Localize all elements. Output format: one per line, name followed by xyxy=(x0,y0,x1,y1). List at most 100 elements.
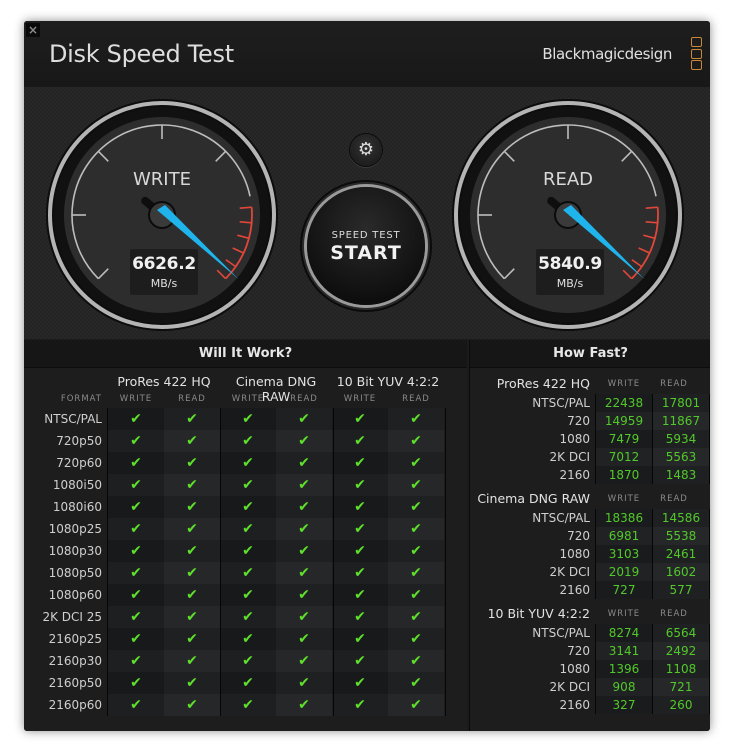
how-fast-row: NTSC/PAL 18386 14586 xyxy=(470,509,710,527)
format-label: 1080i50 xyxy=(52,478,102,492)
check-icon: ✔ xyxy=(164,496,220,518)
settings-button[interactable]: ⚙ xyxy=(350,134,382,166)
check-icon: ✔ xyxy=(276,430,332,452)
write-fps-value: 2019 xyxy=(596,563,652,581)
check-icon: ✔ xyxy=(276,628,332,650)
will-it-work-title: Will It Work? xyxy=(24,340,467,368)
format-label: 720p50 xyxy=(56,434,102,448)
how-fast-title: How Fast? xyxy=(470,340,710,368)
check-icon: ✔ xyxy=(108,540,164,562)
check-icon: ✔ xyxy=(108,518,164,540)
read-fps-value: 6564 xyxy=(653,624,709,642)
format-label: 1080p60 xyxy=(48,588,102,602)
format-row: 720p50 ✔ ✔ ✔ ✔ ✔ ✔ xyxy=(24,430,467,452)
write-fps-value: 8274 xyxy=(596,624,652,642)
subheader: WRITE xyxy=(343,394,377,404)
resolution-label: 720 xyxy=(567,644,590,658)
write-speed-value: 6626.2 xyxy=(132,254,196,274)
resolution-label: 2K DCI xyxy=(549,565,590,579)
read-speed-value: 5840.9 xyxy=(538,254,602,274)
column-divider xyxy=(445,408,446,716)
resolution-label: NTSC/PAL xyxy=(532,626,590,640)
check-icon: ✔ xyxy=(332,496,388,518)
resolution-label: 1080 xyxy=(559,432,590,446)
check-icon: ✔ xyxy=(164,540,220,562)
how-fast-row: 2160 327 260 xyxy=(470,696,710,714)
how-fast-row: 1080 7479 5934 xyxy=(470,430,710,448)
check-icon: ✔ xyxy=(276,650,332,672)
check-icon: ✔ xyxy=(108,672,164,694)
resolution-label: 2160 xyxy=(559,698,590,712)
check-icon: ✔ xyxy=(276,694,332,716)
how-fast-row: NTSC/PAL 8274 6564 xyxy=(470,624,710,642)
check-icon: ✔ xyxy=(220,452,276,474)
column-divider xyxy=(652,394,653,484)
check-icon: ✔ xyxy=(388,452,444,474)
gear-icon: ⚙ xyxy=(357,139,375,160)
how-fast-row: 2K DCI 908 721 xyxy=(470,678,710,696)
subheader: READ xyxy=(290,394,318,404)
check-icon: ✔ xyxy=(276,584,332,606)
speed-test-start-button[interactable]: SPEED TEST START xyxy=(307,187,425,305)
how-fast-row: 720 3141 2492 xyxy=(470,642,710,660)
close-button[interactable]: × xyxy=(26,23,40,37)
check-icon: ✔ xyxy=(388,628,444,650)
read-gauge: READ 5840.9 MB/s xyxy=(450,97,686,333)
codec-name: Cinema DNG RAW xyxy=(477,491,590,506)
group-header: ProRes 422 HQ xyxy=(117,374,211,389)
check-icon: ✔ xyxy=(164,562,220,584)
column-divider xyxy=(595,624,596,714)
format-label: 2K DCI 25 xyxy=(42,610,102,624)
column-divider xyxy=(595,394,596,484)
format-row: 1080i50 ✔ ✔ ✔ ✔ ✔ ✔ xyxy=(24,474,467,496)
check-icon: ✔ xyxy=(164,430,220,452)
format-label: 2160p50 xyxy=(48,676,102,690)
format-row: 1080p25 ✔ ✔ ✔ ✔ ✔ ✔ xyxy=(24,518,467,540)
read-fps-value: 5563 xyxy=(653,448,709,466)
app-title: Disk Speed Test xyxy=(49,40,234,68)
start-button-label: START xyxy=(330,242,402,264)
write-fps-value: 7479 xyxy=(596,430,652,448)
format-label: 1080p50 xyxy=(48,566,102,580)
format-row: 2K DCI 25 ✔ ✔ ✔ ✔ ✔ ✔ xyxy=(24,606,467,628)
read-fps-value: 577 xyxy=(653,581,709,599)
codec-name: ProRes 422 HQ xyxy=(496,376,590,391)
disk-speed-test-window: × Disk Speed Test Blackmagicdesign WRITE… xyxy=(24,21,710,731)
check-icon: ✔ xyxy=(108,496,164,518)
read-header: READ xyxy=(660,609,688,619)
format-row: 2160p25 ✔ ✔ ✔ ✔ ✔ ✔ xyxy=(24,628,467,650)
check-icon: ✔ xyxy=(276,540,332,562)
column-divider xyxy=(652,624,653,714)
format-label: 2160p25 xyxy=(48,632,102,646)
format-row: 1080p30 ✔ ✔ ✔ ✔ ✔ ✔ xyxy=(24,540,467,562)
check-icon: ✔ xyxy=(276,408,332,430)
format-label: 2160p30 xyxy=(48,654,102,668)
check-icon: ✔ xyxy=(388,584,444,606)
how-fast-row: 2K DCI 2019 1602 xyxy=(470,563,710,581)
resolution-label: 1080 xyxy=(559,547,590,561)
check-icon: ✔ xyxy=(332,518,388,540)
write-fps-value: 6981 xyxy=(596,527,652,545)
check-icon: ✔ xyxy=(108,474,164,496)
read-header: READ xyxy=(660,494,688,504)
check-icon: ✔ xyxy=(220,606,276,628)
check-icon: ✔ xyxy=(220,562,276,584)
brand-name: Blackmagicdesign xyxy=(542,45,672,63)
read-fps-value: 1108 xyxy=(653,660,709,678)
check-icon: ✔ xyxy=(388,694,444,716)
read-fps-value: 260 xyxy=(653,696,709,714)
check-icon: ✔ xyxy=(388,562,444,584)
title-bar: × Disk Speed Test Blackmagicdesign xyxy=(24,21,710,88)
check-icon: ✔ xyxy=(388,540,444,562)
write-fps-value: 3103 xyxy=(596,545,652,563)
check-icon: ✔ xyxy=(220,430,276,452)
column-divider xyxy=(220,408,221,716)
check-icon: ✔ xyxy=(220,408,276,430)
how-fast-group: Cinema DNG RAW WRITE READ NTSC/PAL 18386 1458… xyxy=(470,491,710,599)
check-icon: ✔ xyxy=(220,584,276,606)
column-divider xyxy=(333,408,334,716)
check-icon: ✔ xyxy=(164,694,220,716)
check-icon: ✔ xyxy=(164,650,220,672)
start-button-caption: SPEED TEST xyxy=(331,230,401,241)
resolution-label: 2K DCI xyxy=(549,680,590,694)
